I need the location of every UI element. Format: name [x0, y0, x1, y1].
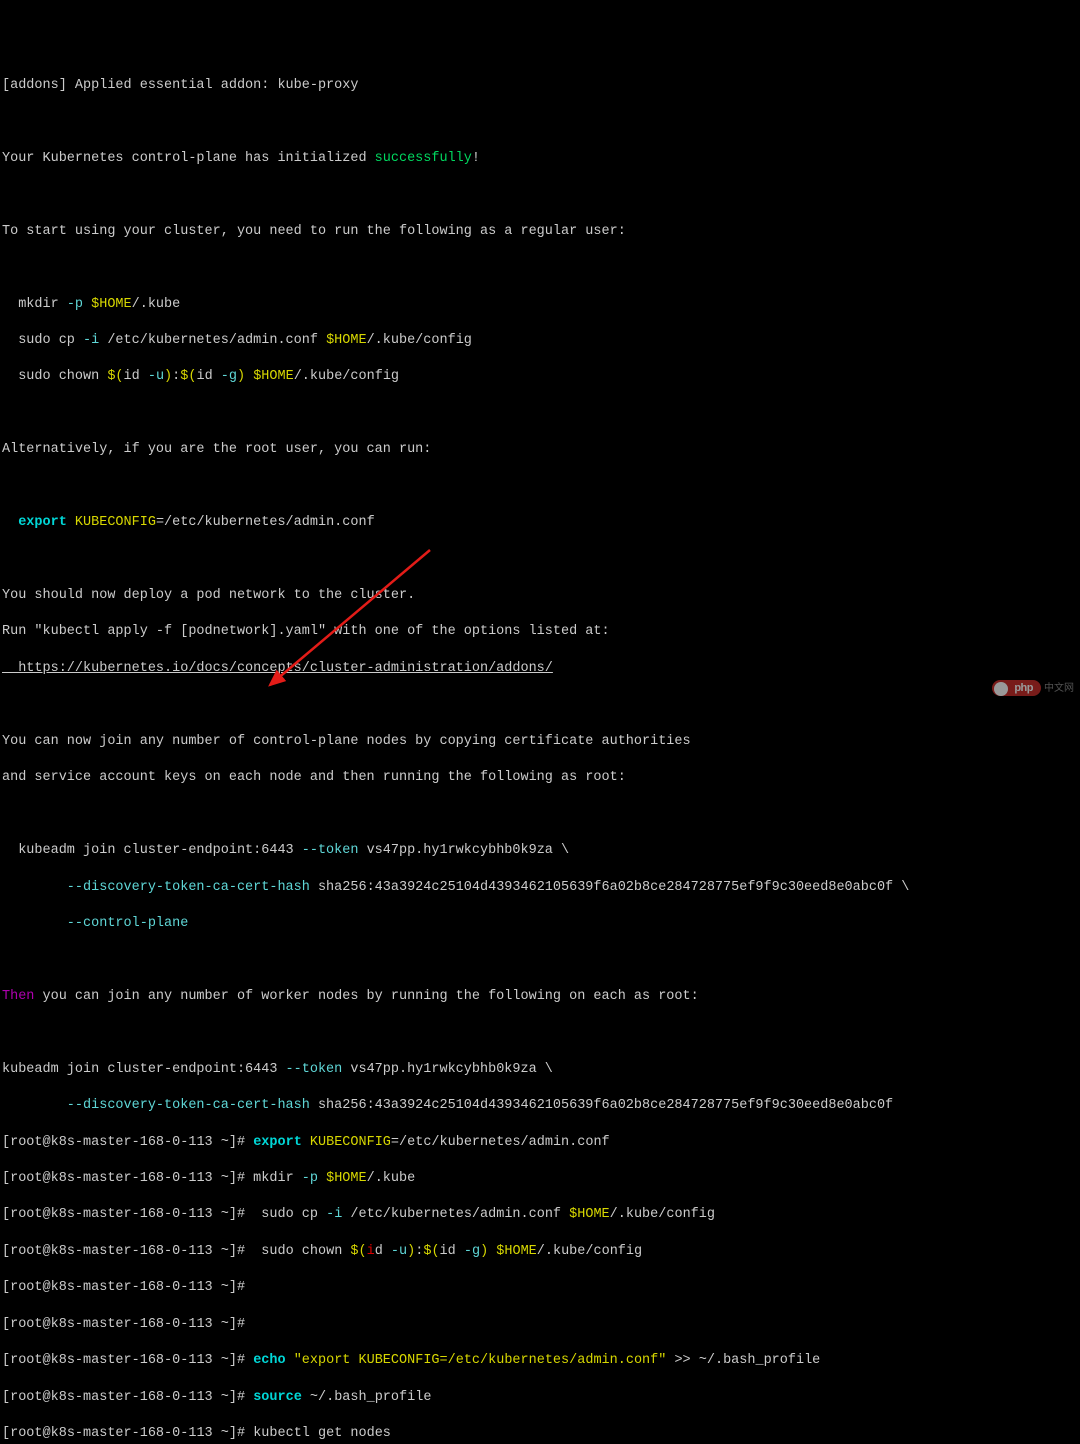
prompt-line[interactable]: [root@k8s-master-168-0-113 ~]# sudo chow…	[2, 1243, 1078, 1261]
output-line: kubeadm join cluster-endpoint:6443 --tok…	[2, 842, 1078, 860]
output-line: Alternatively, if you are the root user,…	[2, 441, 1078, 459]
output-line: Run "kubectl apply -f [podnetwork].yaml"…	[2, 623, 1078, 641]
output-line: [addons] Applied essential addon: kube-p…	[2, 77, 1078, 95]
output-line: You can now join any number of control-p…	[2, 733, 1078, 751]
output-line: and service account keys on each node an…	[2, 769, 1078, 787]
watermark-cn: 中文网	[1044, 683, 1074, 694]
prompt-line[interactable]: [root@k8s-master-168-0-113 ~]# echo "exp…	[2, 1352, 1078, 1370]
output-line: --discovery-token-ca-cert-hash sha256:43…	[2, 1097, 1078, 1115]
prompt-line[interactable]: [root@k8s-master-168-0-113 ~]# mkdir -p …	[2, 1170, 1078, 1188]
output-line: sudo chown $(id -u):$(id -g) $HOME/.kube…	[2, 368, 1078, 386]
prompt-line[interactable]: [root@k8s-master-168-0-113 ~]# source ~/…	[2, 1389, 1078, 1407]
output-line: Your Kubernetes control-plane has initia…	[2, 150, 1078, 168]
output-line: Then you can join any number of worker n…	[2, 988, 1078, 1006]
watermark: php中文网	[976, 662, 1074, 698]
prompt-line[interactable]: [root@k8s-master-168-0-113 ~]# export KU…	[2, 1134, 1078, 1152]
output-line: You should now deploy a pod network to t…	[2, 587, 1078, 605]
output-line: --discovery-token-ca-cert-hash sha256:43…	[2, 879, 1078, 897]
prompt-line[interactable]: [root@k8s-master-168-0-113 ~]#	[2, 1279, 1078, 1297]
docs-link[interactable]: https://kubernetes.io/docs/concepts/clus…	[2, 660, 1078, 678]
prompt-line[interactable]: [root@k8s-master-168-0-113 ~]# kubectl g…	[2, 1425, 1078, 1443]
output-line: kubeadm join cluster-endpoint:6443 --tok…	[2, 1061, 1078, 1079]
blank	[2, 696, 1078, 714]
output-line: mkdir -p $HOME/.kube	[2, 296, 1078, 314]
blank	[2, 113, 1078, 131]
blank	[2, 478, 1078, 496]
blank	[2, 1024, 1078, 1042]
blank	[2, 951, 1078, 969]
blank	[2, 259, 1078, 277]
blank	[2, 405, 1078, 423]
prompt-line[interactable]: [root@k8s-master-168-0-113 ~]#	[2, 1316, 1078, 1334]
output-line: sudo cp -i /etc/kubernetes/admin.conf $H…	[2, 332, 1078, 350]
output-line: To start using your cluster, you need to…	[2, 223, 1078, 241]
blank	[2, 806, 1078, 824]
output-line: --control-plane	[2, 915, 1078, 933]
blank	[2, 551, 1078, 569]
prompt-line[interactable]: [root@k8s-master-168-0-113 ~]# sudo cp -…	[2, 1206, 1078, 1224]
blank	[2, 186, 1078, 204]
watermark-brand: php	[992, 680, 1041, 696]
output-line: export KUBECONFIG=/etc/kubernetes/admin.…	[2, 514, 1078, 532]
